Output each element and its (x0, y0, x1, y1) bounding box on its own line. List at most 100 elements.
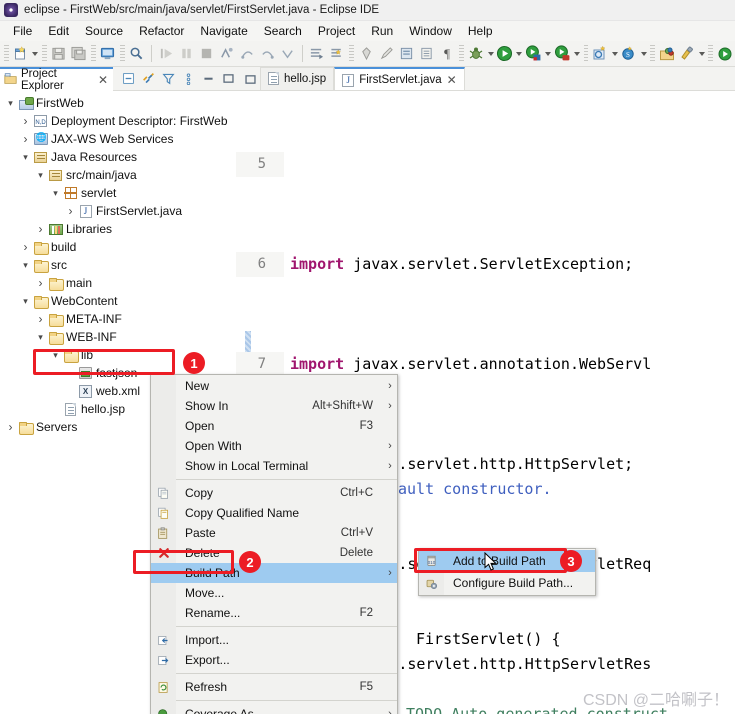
menu-item-copy-qualified-name[interactable]: Copy Qualified Name (151, 503, 397, 523)
chevron-right-icon[interactable] (34, 222, 47, 236)
menu-run[interactable]: Run (363, 23, 401, 39)
menu-item-show-in-local-terminal[interactable]: Show in Local Terminal › (151, 456, 397, 476)
menu-edit[interactable]: Edit (40, 23, 77, 39)
menu-help[interactable]: Help (460, 23, 501, 39)
tree-item-src-main-java[interactable]: src/main/java (0, 166, 236, 184)
toolbar-grip[interactable] (4, 44, 9, 63)
new-java-class-icon[interactable]: S (619, 43, 639, 64)
run-dropdown-icon[interactable] (515, 44, 524, 64)
tab-firstservlet-java[interactable]: J FirstServlet.java ✕ (334, 67, 465, 90)
open-console-icon[interactable] (98, 43, 118, 64)
tree-item-webcontent[interactable]: WebContent (0, 292, 236, 310)
chevron-down-icon[interactable] (34, 332, 47, 343)
tree-item-firstweb[interactable]: FirstWeb (0, 94, 236, 112)
new-java-project-icon[interactable] (590, 43, 610, 64)
context-menu[interactable]: New › Show In Alt+Shift+W › Open F3 Open… (150, 374, 398, 714)
menu-item-refresh[interactable]: Refresh F5 (151, 677, 397, 697)
next-annotation-icon[interactable] (396, 43, 416, 64)
last-edit-location-icon[interactable] (376, 43, 396, 64)
menu-item-build-path[interactable]: Build Path › (151, 563, 397, 583)
chevron-down-icon[interactable] (49, 188, 62, 199)
minimize-icon[interactable] (201, 71, 216, 86)
run-as-server-dropdown-icon[interactable] (544, 44, 553, 64)
tree-item-web-inf[interactable]: WEB-INF (0, 328, 236, 346)
terminate-icon[interactable] (197, 43, 217, 64)
tree-item-servlet-package[interactable]: servlet (0, 184, 236, 202)
menu-item-export[interactable]: Export... (151, 650, 397, 670)
chevron-right-icon[interactable] (19, 240, 32, 254)
fold-marker[interactable] (274, 252, 284, 277)
chevron-down-icon[interactable] (19, 152, 32, 163)
collapse-all-icon[interactable] (121, 71, 136, 86)
menu-item-rename[interactable]: Rename... F2 (151, 603, 397, 623)
menu-file[interactable]: File (5, 23, 40, 39)
toggle-mark-occurrences-icon[interactable] (356, 43, 376, 64)
profile-icon[interactable] (553, 43, 573, 64)
menu-source[interactable]: Source (77, 23, 131, 39)
menu-item-coverage-as[interactable]: Coverage As › (151, 704, 397, 714)
tree-item-src[interactable]: src (0, 256, 236, 274)
chevron-down-icon[interactable] (19, 296, 32, 307)
menu-project[interactable]: Project (310, 23, 363, 39)
menu-item-show-in[interactable]: Show In Alt+Shift+W › (151, 396, 397, 416)
menu-search[interactable]: Search (256, 23, 310, 39)
drop-to-frame-icon[interactable] (277, 43, 297, 64)
filter-icon[interactable] (161, 71, 176, 86)
tab-hello-jsp[interactable]: hello.jsp (260, 67, 335, 90)
new-java-project-dropdown-icon[interactable] (611, 44, 620, 64)
chevron-right-icon[interactable] (34, 312, 47, 326)
toolbar-grip-2[interactable] (41, 44, 47, 63)
tree-item-main[interactable]: main (0, 274, 236, 292)
tree-item-libraries[interactable]: Libraries (0, 220, 236, 238)
menu-refactor[interactable]: Refactor (131, 23, 192, 39)
menu-item-new[interactable]: New › (151, 376, 397, 396)
chevron-right-icon[interactable] (64, 204, 77, 218)
menu-item-import[interactable]: Import... (151, 630, 397, 650)
view-menu-icon[interactable] (181, 71, 196, 86)
step-over-icon[interactable] (237, 43, 257, 64)
chevron-right-icon[interactable] (19, 114, 32, 128)
restore-icon[interactable] (240, 68, 260, 90)
search-icon[interactable] (127, 43, 147, 64)
chevron-down-icon[interactable] (34, 170, 47, 181)
step-return-icon[interactable] (257, 43, 277, 64)
save-all-icon[interactable] (69, 43, 89, 64)
tree-item-deployment-descriptor[interactable]: N,D Deployment Descriptor: FirstWeb (0, 112, 236, 130)
close-icon[interactable]: ✕ (98, 73, 108, 87)
debug-dropdown-icon[interactable] (486, 44, 495, 64)
toolbar-grip-5[interactable] (349, 44, 354, 63)
chevron-down-icon[interactable] (19, 260, 32, 271)
menu-window[interactable]: Window (401, 23, 460, 39)
step-into-icon[interactable] (156, 43, 176, 64)
external-tools-icon[interactable] (677, 43, 697, 64)
pause-icon[interactable] (176, 43, 196, 64)
tree-item-meta-inf[interactable]: META-INF (0, 310, 236, 328)
open-task-icon[interactable] (307, 43, 327, 64)
toolbar-grip-9[interactable] (708, 44, 713, 63)
menu-item-open[interactable]: Open F3 (151, 416, 397, 436)
tree-item-java-resources[interactable]: Java Resources (0, 148, 236, 166)
new-wizard-icon[interactable] (11, 43, 31, 64)
debug-icon[interactable] (466, 43, 486, 64)
run-as-server-icon[interactable] (524, 43, 544, 64)
run-icon[interactable] (495, 43, 515, 64)
toolbar-grip-7[interactable] (583, 44, 589, 63)
toolbar-grip-3[interactable] (91, 44, 96, 63)
fold-marker[interactable] (274, 152, 284, 177)
chevron-down-icon[interactable] (49, 350, 62, 361)
chevron-right-icon[interactable] (4, 420, 17, 434)
tree-item-jaxws[interactable]: JAX-WS Web Services (0, 130, 236, 148)
save-icon[interactable] (49, 43, 69, 64)
menu-item-copy[interactable]: Copy Ctrl+C (151, 483, 397, 503)
menu-item-paste[interactable]: Paste Ctrl+V (151, 523, 397, 543)
external-tools-dropdown-icon[interactable] (697, 44, 706, 64)
chevron-down-icon[interactable] (4, 98, 17, 109)
new-java-class-dropdown-icon[interactable] (640, 44, 649, 64)
chevron-right-icon[interactable] (34, 276, 47, 290)
tree-item-firstservlet-java[interactable]: J FirstServlet.java (0, 202, 236, 220)
tab-project-explorer[interactable]: Project Explorer ✕ (0, 66, 113, 92)
menu-navigate[interactable]: Navigate (192, 23, 255, 39)
open-perspective-icon[interactable] (657, 43, 677, 64)
maximize-icon[interactable] (221, 71, 236, 86)
menu-item-delete[interactable]: Delete Delete (151, 543, 397, 563)
